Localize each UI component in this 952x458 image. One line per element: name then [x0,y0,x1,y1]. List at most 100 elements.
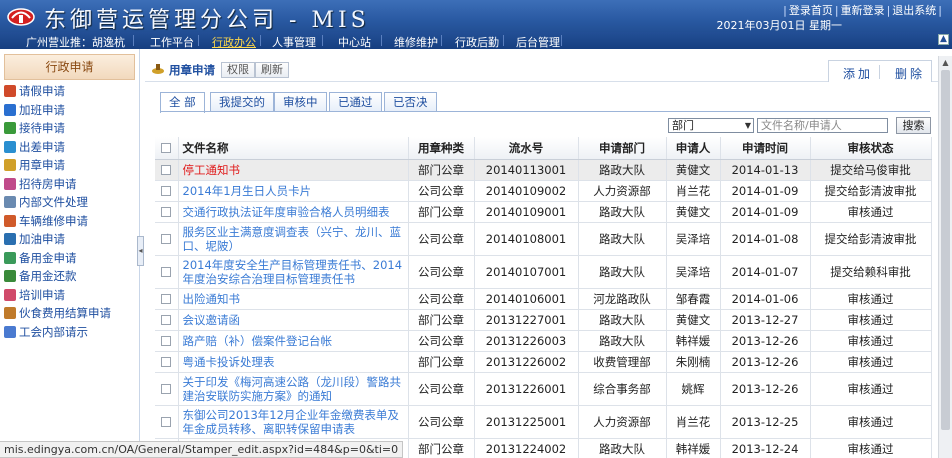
sidebar-item-petty-cash[interactable]: 备用金申请 [0,249,140,268]
file-title[interactable]: 出险通知书 [178,288,409,310]
refresh-button[interactable]: 刷新 [255,62,289,78]
add-button[interactable]: 添加 [843,65,873,82]
sidebar-item-overtime[interactable]: 加班申请 [0,101,140,120]
logout-link[interactable]: 退出系统 [892,4,936,17]
row-checkbox-cell[interactable] [155,330,179,352]
row-checkbox[interactable] [161,186,172,196]
table-row[interactable]: 出险通知书 公司公章 20140106001 河龙路政队 邹春霞 2014-01-06 审核… [155,288,932,310]
sidebar-item-internal-docs[interactable]: 内部文件处理 [0,193,140,212]
file-title[interactable]: 东御公司2013年12月企业年金缴费表单及年金成员转移、离职转保留申请表 [178,405,409,439]
login-home-link[interactable]: 登录首页 [789,4,833,17]
search-button[interactable]: 搜索 [896,117,931,134]
file-title[interactable]: 服务区业主满意度调查表（兴宁、龙川、蓝口、坭陂） [178,222,409,256]
sidebar-item-meal-settlement[interactable]: 伙食费用结算申请 [0,304,140,323]
table-row[interactable]: 东御公司2013年12月企业年金缴费表单及年金成员转移、离职转保留申请表 公司公章… [155,405,932,439]
tab-in-review[interactable]: 审核中 [274,92,327,112]
stamp-icon [152,64,164,74]
sidebar-item-guest-room[interactable]: 招待房申请 [0,175,140,194]
row-checkbox[interactable] [161,357,172,367]
row-checkbox[interactable] [161,165,172,175]
vertical-scrollbar[interactable]: ▲ [938,56,952,458]
sidebar-item-petty-cash-repay[interactable]: 备用金还款 [0,267,140,286]
row-checkbox-cell[interactable] [155,309,179,331]
department: 路政大队 [578,201,667,223]
table-row[interactable]: 2014年度安全生产目标管理责任书、2014年度治安综合治理目标管理责任书 公司公… [155,255,932,289]
nav-item-backend[interactable]: 后台管理 [516,34,560,50]
scroll-up-icon[interactable]: ▲ [939,56,952,69]
tab-rejected[interactable]: 已否决 [384,92,437,112]
row-checkbox[interactable] [161,336,172,346]
person-add-icon [4,103,16,116]
sidebar: 行政申请 请假申请 加班申请 接待申请 出差申请 用章申请 招待房申请 内部文件… [0,49,140,458]
sidebar-item-leave[interactable]: 请假申请 [0,82,140,101]
table-row[interactable]: 关于印发《梅河高速公路（龙川段）警路共建治安联防实施方案》的通知 公司公章 2013… [155,372,932,406]
sidebar-item-training[interactable]: 培训申请 [0,286,140,305]
table-row[interactable]: 会议邀请函 部门公章 20131227001 路政大队 黄健文 2013-12-27 审核通… [155,309,932,331]
file-title[interactable]: 粤通卡投诉处理表 [178,351,409,373]
row-checkbox-cell[interactable] [155,405,179,439]
sidebar-item-union-request[interactable]: 工会内部请示 [0,323,140,342]
row-checkbox-cell[interactable] [155,180,179,202]
file-title[interactable]: 停工通知书 [178,159,409,181]
row-checkbox[interactable] [161,384,172,394]
sidebar-item-fuel[interactable]: 加油申请 [0,230,140,249]
nav-item-logistics[interactable]: 行政后勤 [455,34,499,50]
nav-item-maintenance[interactable]: 维修维护 [394,34,438,50]
row-checkbox-cell[interactable] [155,288,179,310]
delete-button[interactable]: 删除 [895,65,925,82]
sidebar-item-stamp[interactable]: 用章申请 [0,156,140,175]
table-row[interactable]: 粤通卡投诉处理表 部门公章 20131226002 收费管理部 朱刚楠 2013-12-2… [155,351,932,373]
sidebar-collapse-handle[interactable]: ◂ [137,236,144,266]
apply-date: 2013-12-26 [720,372,811,406]
row-checkbox-cell[interactable] [155,159,179,181]
tab-my-submitted[interactable]: 我提交的 [210,92,274,112]
tab-approved[interactable]: 已通过 [329,92,382,112]
row-checkbox-cell[interactable] [155,222,179,256]
row-checkbox[interactable] [161,315,172,325]
row-checkbox[interactable] [161,294,172,304]
row-checkbox-cell[interactable] [155,372,179,406]
nav-item-center-station[interactable]: 中心站 [338,34,371,50]
file-title[interactable]: 会议邀请函 [178,309,409,331]
row-checkbox-cell[interactable] [155,351,179,373]
department-select[interactable]: 部门 ▼ [668,118,754,133]
table-row[interactable]: 停工通知书 部门公章 20140113001 路政大队 黄健文 2014-01-13 提交给… [155,159,932,181]
row-checkbox-cell[interactable] [155,255,179,289]
room-icon [4,177,16,190]
fuel-icon [4,233,16,246]
table-row[interactable]: 交通行政执法证年度审验合格人员明细表 部门公章 20140109001 路政大队 黄健文… [155,201,932,223]
sidebar-item-vehicle-repair[interactable]: 车辆维修申请 [0,212,140,231]
file-title[interactable]: 2014年度安全生产目标管理责任书、2014年度治安综合治理目标管理责任书 [178,255,409,289]
nav-item-workbench[interactable]: 工作平台 [150,34,194,50]
nav-item-admin-office[interactable]: 行政办公 [212,34,256,50]
nav-item-hr[interactable]: 人事管理 [272,34,316,50]
table-row[interactable]: 服务区业主满意度调查表（兴宁、龙川、蓝口、坭陂） 公司公章 20140108001 路… [155,222,932,256]
row-checkbox[interactable] [161,417,172,427]
scroll-thumb[interactable] [941,70,950,430]
file-title[interactable]: 关于印发《梅河高速公路（龙川段）警路共建治安联防实施方案》的通知 [178,372,409,406]
row-checkbox-cell[interactable] [155,201,179,223]
table-row[interactable]: 路产赔（补）偿案件登记台帐 公司公章 20131226003 路政大队 韩祥媛 2013-… [155,330,932,352]
permission-button[interactable]: 权限 [221,62,255,78]
select-all-checkbox[interactable] [161,143,172,154]
action-buttons: 添加 删除 [828,60,932,82]
department: 收费管理部 [578,351,667,373]
row-checkbox[interactable] [161,267,172,277]
sidebar-item-reception[interactable]: 接待申请 [0,119,140,138]
search-input[interactable]: 文件名称/申请人 [757,118,888,133]
collapse-header-icon[interactable]: ▲ [938,34,949,45]
row-checkbox[interactable] [161,234,172,244]
file-title[interactable]: 路产赔（补）偿案件登记台帐 [178,330,409,352]
row-checkbox[interactable] [161,207,172,217]
sidebar-item-business-trip[interactable]: 出差申请 [0,138,140,157]
table-row[interactable]: 2014年1月生日人员卡片 公司公章 20140109002 人力资源部 肖兰花 2014… [155,180,932,202]
tab-all[interactable]: 全 部 [160,92,205,113]
apply-date: 2013-12-24 [720,438,811,458]
relogin-link[interactable]: 重新登录 [841,4,885,17]
file-title[interactable]: 交通行政执法证年度审验合格人员明细表 [178,201,409,223]
department: 人力资源部 [578,180,667,202]
file-title[interactable]: 2014年1月生日人员卡片 [178,180,409,202]
applicant: 姚辉 [666,372,721,406]
stamp-request-table: 文件名称 用章种类 流水号 申请部门 申请人 申请时间 审核状态 停工通知书 部门… [155,137,932,458]
serial-number: 20131226003 [474,330,579,352]
